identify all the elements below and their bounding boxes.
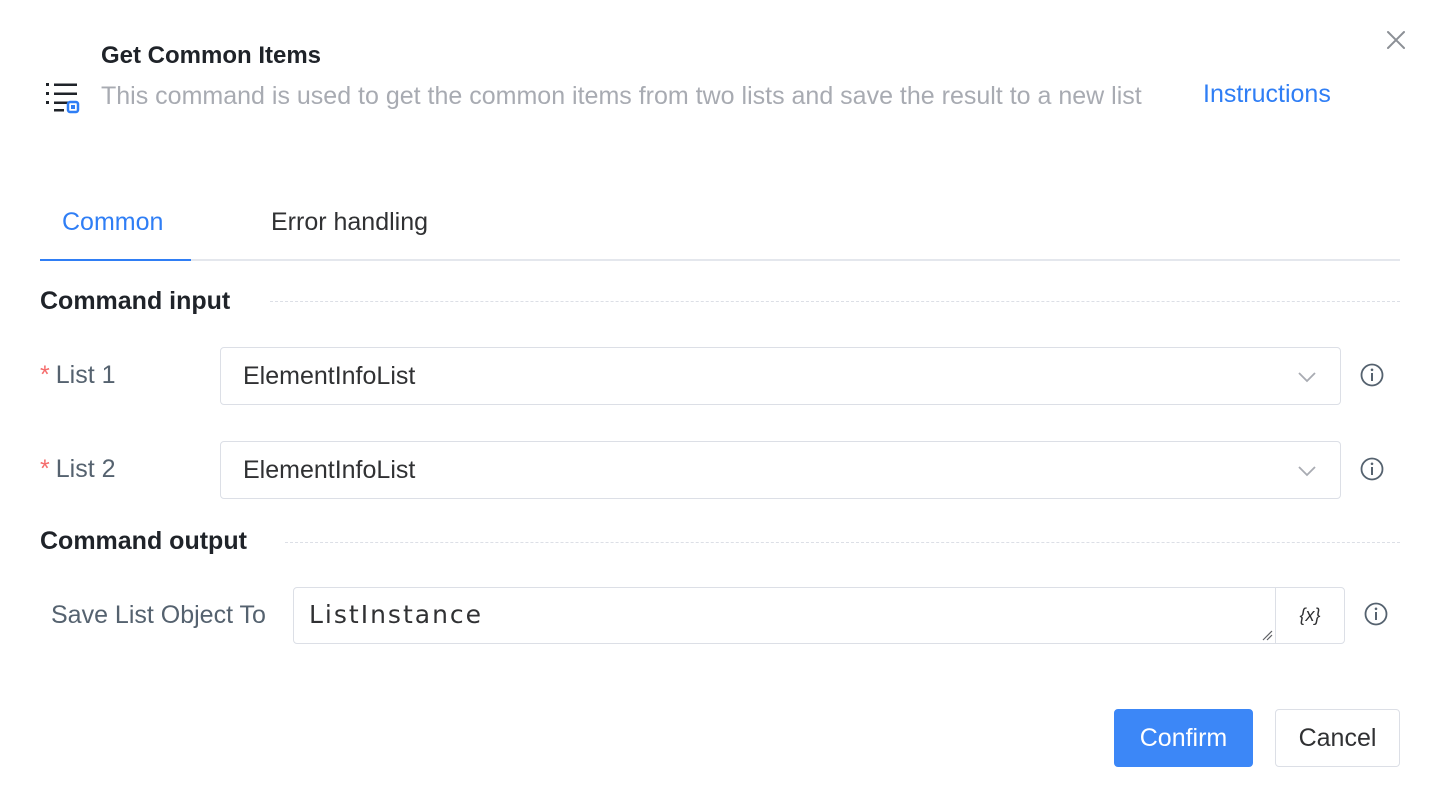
instructions-link[interactable]: Instructions [1203, 80, 1331, 109]
chevron-down-icon [1298, 372, 1316, 383]
confirm-button[interactable]: Confirm [1114, 709, 1253, 767]
tab-bar: Common Error handling [40, 200, 1400, 261]
close-icon[interactable] [1384, 28, 1408, 52]
section-command-output: Command output [40, 527, 247, 555]
list2-select[interactable]: ElementInfoList [220, 441, 1341, 499]
required-mark: * [40, 455, 50, 483]
info-icon[interactable] [1359, 456, 1385, 482]
list-command-icon [46, 83, 80, 114]
list1-label-text: List 1 [55, 361, 116, 389]
section-command-input: Command input [40, 287, 231, 315]
save-to-label: Save List Object To [51, 601, 266, 629]
resize-handle-icon[interactable] [1261, 629, 1273, 641]
dialog-description: This command is used to get the common i… [101, 82, 1142, 110]
list2-value: ElementInfoList [243, 456, 416, 484]
save-to-input[interactable]: ListInstance [293, 587, 1276, 644]
list2-label-text: List 2 [55, 455, 116, 483]
dialog-title: Get Common Items [101, 42, 322, 69]
section-divider [285, 542, 1400, 543]
chevron-down-icon [1298, 466, 1316, 477]
section-divider [270, 301, 1400, 302]
get-common-items-dialog: Get Common Items This command is used to… [0, 0, 1440, 806]
cancel-button[interactable]: Cancel [1275, 709, 1400, 767]
insert-variable-button[interactable]: {x} [1275, 587, 1345, 644]
list1-select[interactable]: ElementInfoList [220, 347, 1341, 405]
info-icon[interactable] [1359, 362, 1385, 388]
active-tab-indicator [40, 259, 191, 261]
tab-common[interactable]: Common [62, 208, 163, 237]
save-to-value: ListInstance [309, 600, 484, 629]
tab-error-handling[interactable]: Error handling [271, 208, 428, 237]
info-icon[interactable] [1363, 601, 1389, 627]
list1-label: * List 1 [40, 361, 116, 390]
list1-value: ElementInfoList [243, 362, 416, 390]
list2-label: * List 2 [40, 455, 116, 484]
required-mark: * [40, 361, 50, 389]
